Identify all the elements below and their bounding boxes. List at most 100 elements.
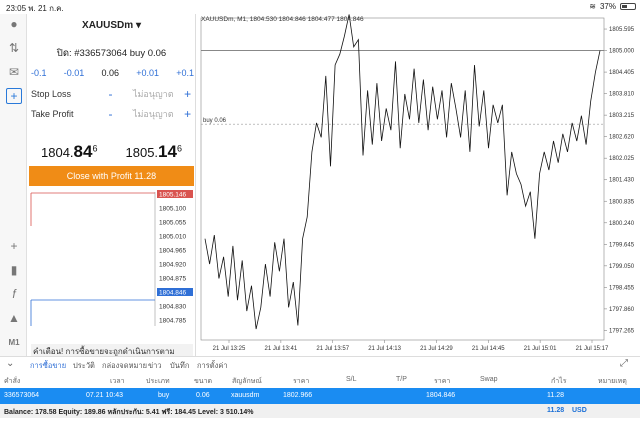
depth-price-label: 1805.146 (159, 192, 186, 199)
chart-type-icon[interactable]: ▮ (6, 262, 22, 278)
y-tick-label: 1797.265 (609, 328, 635, 334)
symbol-selector[interactable]: XAUUSDm ▾ (27, 20, 196, 31)
depth-price-label: 1805.055 (159, 220, 186, 227)
tab-mailbox[interactable]: กล่องจดหมาย (102, 360, 147, 372)
balance-text: Balance: 178.58 Equity: 189.86 หลักประกั… (4, 409, 254, 416)
col-symbol: สัญลักษณ์ (232, 378, 262, 385)
crosshair-icon[interactable]: + (6, 238, 22, 254)
volume-plus-001-button[interactable]: +0.01 (136, 68, 159, 78)
x-tick-label: 21 Jul 14:29 (420, 346, 453, 352)
row-symbol: xauusdm (231, 392, 260, 399)
y-tick-label: 1800.835 (609, 199, 635, 205)
bid-price: 1804.846 (41, 142, 98, 161)
y-tick-label: 1804.405 (609, 70, 635, 76)
row-time: 07.21 10:43 (86, 392, 123, 399)
col-type: ประเภท (146, 378, 170, 385)
order-line: ปิด: #336573064 buy 0.06 (56, 48, 167, 59)
col-order: คำสั่ง (4, 378, 21, 385)
collapse-icon[interactable]: ⌄ (6, 358, 14, 369)
tab-settings[interactable]: การตั้งค่า (197, 360, 228, 372)
depth-price-label: 1805.100 (159, 206, 186, 213)
account-icon[interactable]: ● (6, 16, 22, 32)
tab-journal[interactable]: บันทึก (170, 360, 189, 372)
depth-price-label: 1804.965 (159, 248, 186, 255)
depth-price-label: 1804.785 (159, 318, 186, 325)
x-tick-label: 21 Jul 14:45 (472, 346, 505, 352)
depth-price-label: 1805.010 (159, 234, 186, 241)
x-tick-label: 21 Jul 13:41 (265, 346, 298, 352)
y-tick-label: 1801.430 (609, 178, 635, 184)
row-order: 336573064 (4, 392, 40, 399)
price-chart[interactable]: 1805.595 1805.000 1804.405 1803.810 1803.215… (197, 14, 640, 356)
y-tick-label: 1805.595 (609, 27, 635, 33)
stop-loss-value[interactable]: ไม่อนุญาต (122, 87, 184, 101)
stop-loss-row: Stop Loss - ไม่อนุญาต + (31, 86, 194, 102)
y-tick-label: 1802.620 (609, 135, 635, 141)
depth-price-label: 1804.830 (159, 304, 186, 311)
take-profit-plus-button[interactable]: + (184, 107, 194, 121)
close-with-profit-button[interactable]: Close with Profit 11.28 (29, 166, 194, 186)
volume-plus-01-button[interactable]: +0.1 (176, 68, 194, 78)
col-size: ขนาด (194, 378, 213, 385)
chat-icon[interactable]: ✉ (6, 64, 22, 80)
row-price: 1802.966 (283, 392, 313, 399)
depth-price-label: 1804.875 (159, 276, 186, 283)
col-sl: S/L (346, 376, 357, 383)
balance-bar: Balance: 178.58 Equity: 189.86 หลักประกั… (0, 404, 640, 418)
y-tick-label: 1803.810 (609, 92, 635, 98)
positions-header: คำสั่ง เวลา ประเภท ขนาด สัญลักษณ์ ราคา S… (0, 372, 640, 388)
volume-minus-001-button[interactable]: -0.01 (64, 68, 85, 78)
indicator-icon[interactable]: f (6, 286, 22, 302)
ask-price: 1805.146 (125, 142, 182, 161)
y-tick-label: 1802.025 (609, 156, 635, 162)
take-profit-value[interactable]: ไม่อนุญาต (122, 107, 184, 121)
take-profit-label: Take Profit (31, 109, 74, 119)
tab-history[interactable]: ประวัติ (73, 360, 95, 372)
status-time: 23:05 (6, 4, 27, 13)
x-tick-label: 21 Jul 13:25 (213, 346, 246, 352)
row-profit: 11.28 (547, 392, 564, 399)
wifi-icon: ≋ (589, 2, 596, 11)
take-profit-minus-button[interactable]: - (109, 107, 123, 121)
total-profit: 11.28 (547, 407, 565, 414)
stop-loss-plus-button[interactable]: + (184, 87, 194, 101)
col-time: เวลา (110, 378, 125, 385)
y-tick-label: 1803.215 (609, 113, 635, 119)
x-tick-label: 21 Jul 14:13 (368, 346, 401, 352)
empty-area (0, 418, 640, 447)
price-row: 1804.846 1805.146 (27, 142, 196, 162)
battery-percent: 37% (599, 2, 616, 11)
row-size: 0.06 (196, 392, 210, 399)
chart-header: XAUUSDm, M1, 1804.530 1804.846 1804.477 … (201, 16, 364, 23)
y-tick-label: 1797.860 (609, 307, 635, 313)
expand-icon[interactable]: ⤢ (620, 358, 628, 369)
stop-loss-minus-button[interactable]: - (109, 87, 123, 101)
row-price-current: 1804.846 (426, 392, 456, 399)
battery-icon (620, 3, 636, 10)
row-type: buy (158, 392, 170, 399)
x-tick-label: 21 Jul 15:17 (576, 346, 609, 352)
table-row[interactable]: 336573064 07.21 10:43 buy 0.06 xauusdm 1… (0, 388, 640, 404)
y-tick-label: 1799.050 (609, 264, 635, 270)
bottom-tabs: ⌄ การซื้อขาย ประวัติ กล่องจดหมาย ข่าว บั… (0, 356, 640, 373)
timeframe-icon[interactable]: M1 (6, 334, 22, 350)
volume-minus-01-button[interactable]: -0.1 (31, 68, 47, 78)
tab-news[interactable]: ข่าว (148, 360, 162, 372)
depth-chart: 1805.146 1805.100 1805.055 1805.010 1804.965… (30, 190, 193, 326)
new-order-icon[interactable]: + (6, 88, 22, 104)
y-tick-label: 1798.455 (609, 285, 635, 291)
y-tick-label: 1800.240 (609, 221, 635, 227)
col-price-current: ราคา (434, 378, 451, 385)
x-tick-label: 21 Jul 13:57 (316, 346, 349, 352)
y-tick-label: 1805.000 (609, 49, 635, 55)
x-tick-label: 21 Jul 15:01 (524, 346, 557, 352)
stop-loss-label: Stop Loss (31, 89, 72, 99)
col-profit: กำไร (551, 378, 567, 385)
order-panel: XAUUSDm ▾ ปิด: #336573064 buy 0.06 -0.1 … (27, 14, 196, 386)
objects-icon[interactable]: ▲ (6, 310, 22, 326)
trade-icon[interactable]: ⇅ (6, 40, 22, 56)
depth-price-label: 1804.920 (159, 262, 186, 269)
col-swap: Swap (480, 376, 498, 383)
chevron-down-icon: ▾ (135, 20, 141, 31)
volume-value[interactable]: 0.06 (101, 68, 119, 78)
